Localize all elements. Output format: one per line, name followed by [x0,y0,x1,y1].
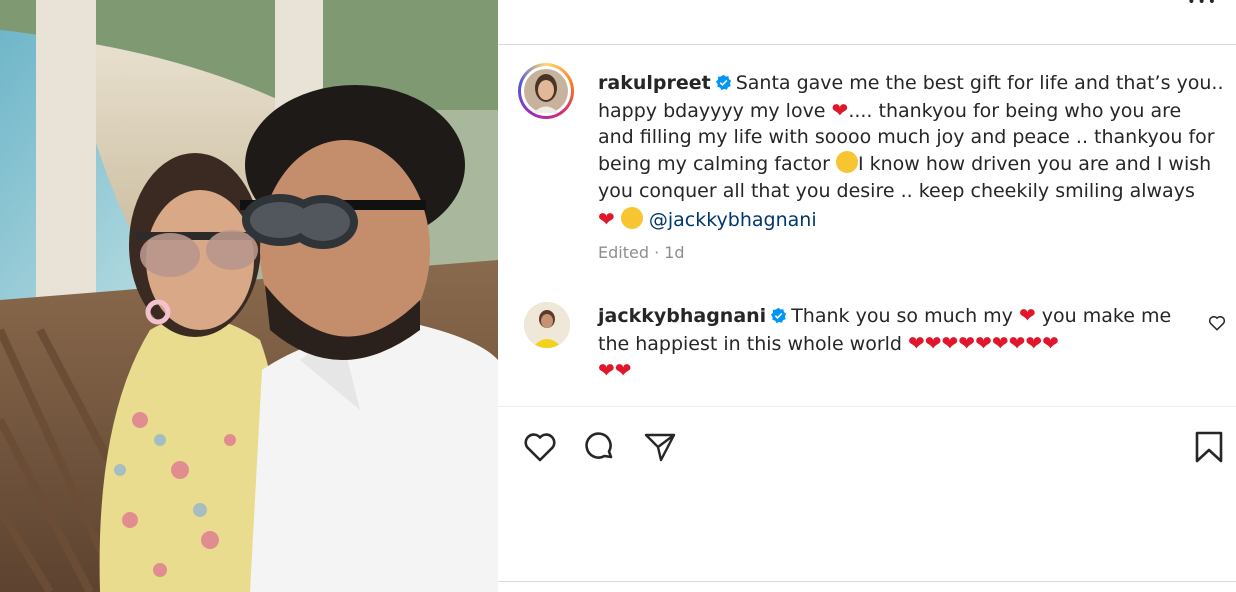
mention-link[interactable]: @jackkybhagnani [649,209,817,231]
share-icon[interactable] [642,429,678,465]
post-caption-line-2: happy bdayyyy my love ❤.... thankyou for… [598,97,1181,125]
post-detail-panel: ••• rakulpreet Santa gave me the best gif… [498,0,1236,592]
bottom-divider [498,581,1236,582]
heart-emoji: ❤ [1018,303,1036,327]
post-caption-line-1: rakulpreet Santa gave me the best gift fo… [598,70,1224,97]
avatar-image [524,69,568,113]
post-photo-illustration [0,0,498,592]
actions-divider [498,406,1236,407]
caption-text-2b: .... thankyou for being who you are [848,100,1182,122]
comment-line-3: ❤❤ [598,357,632,385]
post-author-username[interactable]: rakulpreet [598,72,711,94]
post-caption-line-3: and filling my life with soooo much joy … [598,124,1215,151]
comment-line-2: the happiest in this whole world ❤❤❤❤❤❤❤… [598,330,1059,358]
comment-icon[interactable] [582,429,618,465]
comment-text-a: Thank you so much my [791,305,1013,327]
caption-text-3: and filling my life with soooo much joy … [598,126,1215,148]
commenter-username[interactable]: jackkybhagnani [598,305,766,327]
comment-like-icon[interactable] [1208,314,1226,332]
header-divider [498,44,1236,45]
more-icon[interactable]: ••• [1187,0,1218,10]
post-caption-line-4: being my calming factor I know how drive… [598,151,1211,178]
heart-emoji: ❤ [598,207,615,231]
heart-emoji-row-2: ❤❤ [598,358,632,382]
comment-line-1: jackkybhagnani Thank you so much my ❤ you… [598,302,1171,330]
caption-text-4a: being my calming factor [598,153,830,175]
bookmark-icon[interactable] [1191,429,1227,465]
comment-text-2: the happiest in this whole world [598,333,902,355]
post-caption-line-5: you conquer all that you desire .. keep … [598,178,1195,205]
verified-icon [771,307,787,324]
heart-icon[interactable] [522,429,558,465]
commenter-avatar[interactable] [524,302,570,348]
caption-text-5: you conquer all that you desire .. keep … [598,180,1195,202]
caption-text-2a: happy bdayyyy my love [598,100,826,122]
caption-text-4b: I know how driven you are and I wish [857,153,1212,175]
author-avatar[interactable] [518,63,574,119]
caption-text-1: Santa gave me the best gift for life and… [735,72,1224,94]
heart-emoji: ❤ [831,98,849,122]
post-image[interactable] [0,0,498,592]
kiss-emoji [620,207,643,229]
comment-text-b: you make me [1041,305,1172,327]
commenter-avatar-image [524,302,570,348]
heart-emoji-row: ❤❤❤❤❤❤❤❤❤ [908,331,1059,355]
tongue-wink-emoji [835,151,858,173]
verified-icon [715,74,731,91]
post-meta: Edited · 1d [598,243,685,262]
post-caption-line-6: ❤ @jackkybhagnani [598,206,817,234]
